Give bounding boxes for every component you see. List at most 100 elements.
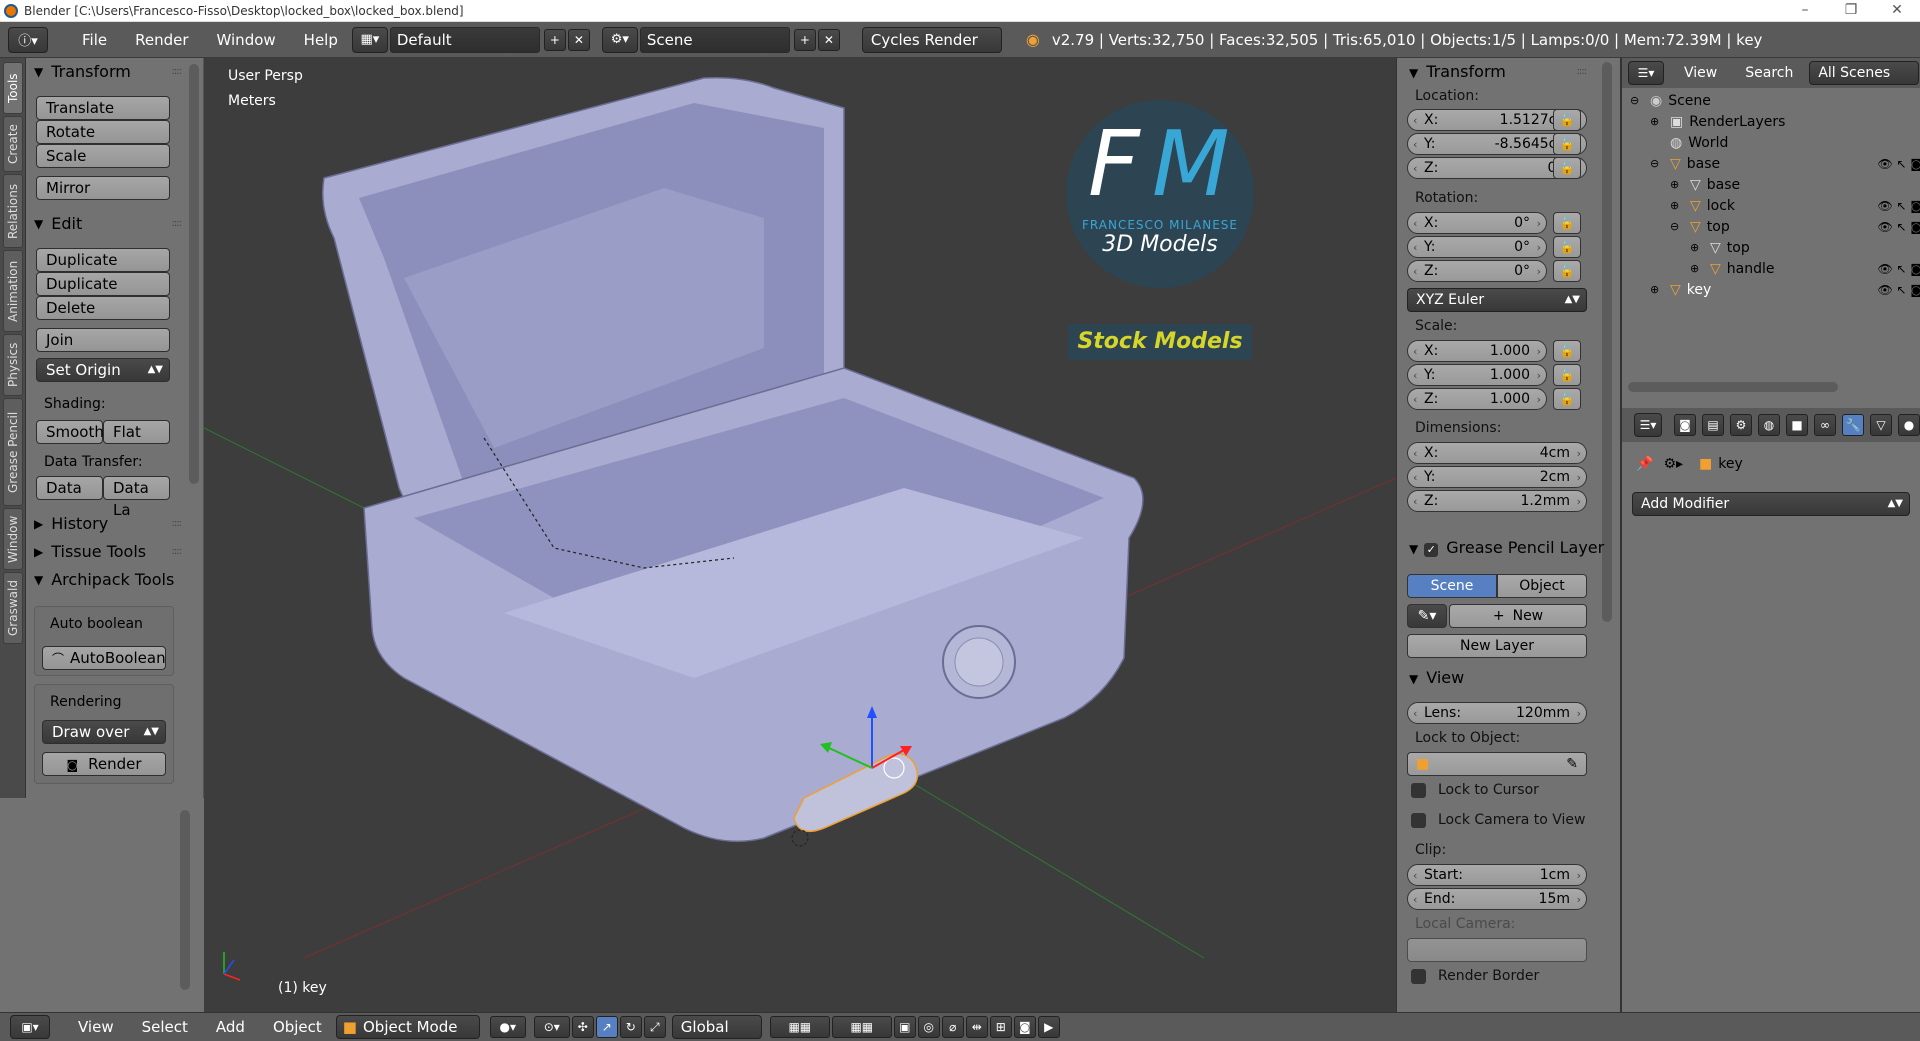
layer-lock-icon[interactable]: ▣ (893, 1016, 916, 1038)
row-visibility-icons[interactable]: 👁 ↖ ◙ (1877, 157, 1920, 171)
lock-scale-z-icon[interactable]: 🔓 (1553, 388, 1581, 410)
outliner-row-renderlayers[interactable]: ⊕ ▣ RenderLayers (1622, 111, 1920, 132)
menu-render[interactable]: Render (121, 31, 202, 49)
history-panel-header[interactable]: ▶ History (34, 514, 108, 533)
menu-add[interactable]: Add (202, 1018, 259, 1036)
lock-cursor-checkbox[interactable]: Lock to Cursor (1411, 782, 1539, 798)
minimize-button[interactable]: – (1782, 0, 1828, 22)
menu-select[interactable]: Select (128, 1018, 202, 1036)
data-tab-icon[interactable]: ▽ (1870, 414, 1892, 436)
editor-type-info-icon[interactable]: ⓘ▾ (8, 26, 48, 53)
snap-target-icon[interactable]: ⊞ (989, 1016, 1012, 1038)
outliner-row-handle[interactable]: ⊕ ▽ handle 👁 ↖ ◙ (1622, 258, 1920, 279)
scale-x-field[interactable]: X:1.000 (1407, 340, 1547, 362)
tab-animation[interactable]: Animation (3, 250, 23, 332)
dimension-y-field[interactable]: Y:2cm (1407, 466, 1587, 488)
modifiers-tab-icon[interactable]: 🔧 (1842, 414, 1864, 436)
render-animation-icon[interactable]: ▶ (1037, 1016, 1060, 1038)
data-button[interactable]: Data (36, 476, 103, 500)
join-button[interactable]: Join (36, 328, 170, 352)
outliner-editor-icon[interactable]: ☰▾ (1628, 61, 1664, 85)
transform-orientation-dropdown[interactable]: Global (671, 1015, 762, 1039)
snap-toggle-icon[interactable]: ⌀ (941, 1016, 964, 1038)
clip-start-field[interactable]: Start:1cm (1407, 864, 1587, 886)
autoboolean-button[interactable]: ⌒ AutoBoolean (42, 646, 166, 670)
render-button[interactable]: ◙ Render (42, 752, 166, 776)
clip-end-field[interactable]: End:15m (1407, 888, 1587, 910)
lock-scale-y-icon[interactable]: 🔓 (1553, 364, 1581, 386)
rotation-x-field[interactable]: X:0° (1407, 212, 1547, 234)
row-visibility-icons[interactable]: 👁 ↖ ◙ (1877, 220, 1920, 234)
rotation-z-field[interactable]: Z:0° (1407, 260, 1547, 282)
tab-window[interactable]: Window (3, 508, 23, 570)
object-tab-icon[interactable]: ■ (1786, 414, 1808, 436)
pin-icon[interactable]: 📌 (1636, 456, 1653, 472)
3d-viewport[interactable]: User Persp Meters (1) key F M FRANCESCO … (204, 58, 1396, 1012)
rotate-manipulator-icon[interactable]: ↻ (619, 1016, 642, 1038)
proportional-edit-icon[interactable]: ◎ (917, 1016, 940, 1038)
constraints-tab-icon[interactable]: ∞ (1814, 414, 1836, 436)
scale-button[interactable]: Scale (36, 144, 170, 168)
world-tab-icon[interactable]: ◍ (1758, 414, 1780, 436)
outliner-search-menu[interactable]: Search (1745, 65, 1793, 81)
panel-grip-icon[interactable]: :::: (172, 518, 183, 529)
remove-scene-icon[interactable]: ✕ (817, 28, 840, 51)
translate-button[interactable]: Translate (36, 96, 170, 120)
lower-scrollbar[interactable] (180, 810, 190, 990)
lens-field[interactable]: Lens:120mm (1407, 702, 1587, 724)
lock-rotation-y-icon[interactable]: 🔓 (1553, 236, 1581, 258)
data-layers-button[interactable]: Data La (103, 476, 170, 519)
scale-z-field[interactable]: Z:1.000 (1407, 388, 1547, 410)
render-engine-dropdown[interactable]: Cycles Render (861, 26, 1002, 53)
gp-scene-toggle[interactable]: Scene (1407, 574, 1497, 598)
row-visibility-icons[interactable]: 👁 ↖ ◙ (1877, 283, 1920, 297)
outliner-row-key[interactable]: ⊕ ▽ key 👁 ↖ ◙ (1622, 279, 1920, 300)
panel-grip-icon[interactable]: :::: (172, 546, 183, 557)
tab-grease-pencil[interactable]: Grease Pencil (3, 398, 23, 506)
gp-new-button[interactable]: + New (1449, 604, 1587, 628)
add-screen-icon[interactable]: + (543, 28, 566, 51)
outliner-scrollbar[interactable] (1628, 382, 1838, 392)
row-visibility-icons[interactable]: 👁 ↖ ◙ (1877, 199, 1920, 213)
lock-location-x-icon[interactable]: 🔓 (1553, 109, 1581, 131)
render-border-checkbox[interactable]: Render Border (1411, 968, 1539, 984)
render-layers-tab-icon[interactable]: ▤ (1702, 414, 1724, 436)
render-tab-icon[interactable]: ◙ (1674, 414, 1696, 436)
dimension-x-field[interactable]: X:4cm (1407, 442, 1587, 464)
tab-tools[interactable]: Tools (3, 62, 23, 114)
material-tab-icon[interactable]: ● (1898, 414, 1920, 436)
3d-cursor-icon[interactable] (791, 829, 809, 847)
menu-view[interactable]: View (64, 1018, 128, 1036)
gp-new-layer-button[interactable]: New Layer (1407, 634, 1587, 658)
rotation-y-field[interactable]: Y:0° (1407, 236, 1547, 258)
smooth-button[interactable]: Smooth (36, 420, 104, 444)
menu-object[interactable]: Object (259, 1018, 336, 1036)
tab-create[interactable]: Create (3, 116, 23, 172)
screen-layout-icon[interactable]: ▦▾ (351, 26, 388, 53)
panel-grip-icon[interactable]: :::: (1577, 66, 1588, 77)
delete-button[interactable]: Delete (36, 296, 170, 320)
panel-grip-icon[interactable]: :::: (172, 218, 183, 229)
toolshelf-scrollbar[interactable] (189, 64, 199, 484)
snap-element-icon[interactable]: ⇹ (965, 1016, 988, 1038)
flat-button[interactable]: Flat (103, 420, 170, 444)
lock-object-field[interactable]: ■ ✎ (1407, 752, 1587, 776)
npanel-transform-header[interactable]: ▼ Transform (1409, 62, 1506, 81)
close-button[interactable]: ✕ (1874, 0, 1920, 22)
grease-pencil-layer-header[interactable]: ▼ ✓ Grease Pencil Layer (1409, 538, 1604, 557)
outliner-row-top-mesh[interactable]: ⊕ ▽ top (1622, 237, 1920, 258)
draw-over-dropdown[interactable]: Draw over ▲▼ (42, 720, 166, 744)
lock-rotation-x-icon[interactable]: 🔓 (1553, 212, 1581, 234)
eyedropper-icon[interactable]: ✎ (1566, 753, 1578, 775)
panel-grip-icon[interactable]: :::: (172, 66, 183, 77)
lock-rotation-z-icon[interactable]: 🔓 (1553, 260, 1581, 282)
layers-grid-2-icon[interactable]: ▦▦ (831, 1016, 892, 1038)
interaction-mode-dropdown[interactable]: ■ Object Mode (335, 1015, 480, 1039)
display-mode-dropdown[interactable]: All Scenes (1809, 61, 1920, 85)
tab-graswald[interactable]: Graswald (3, 572, 23, 644)
scale-y-field[interactable]: Y:1.000 (1407, 364, 1547, 386)
scene-field[interactable]: Scene (639, 26, 790, 53)
rotate-button[interactable]: Rotate (36, 120, 170, 144)
manipulator-toggle-icon[interactable]: ✣ (571, 1016, 594, 1038)
menu-file[interactable]: File (68, 31, 121, 49)
